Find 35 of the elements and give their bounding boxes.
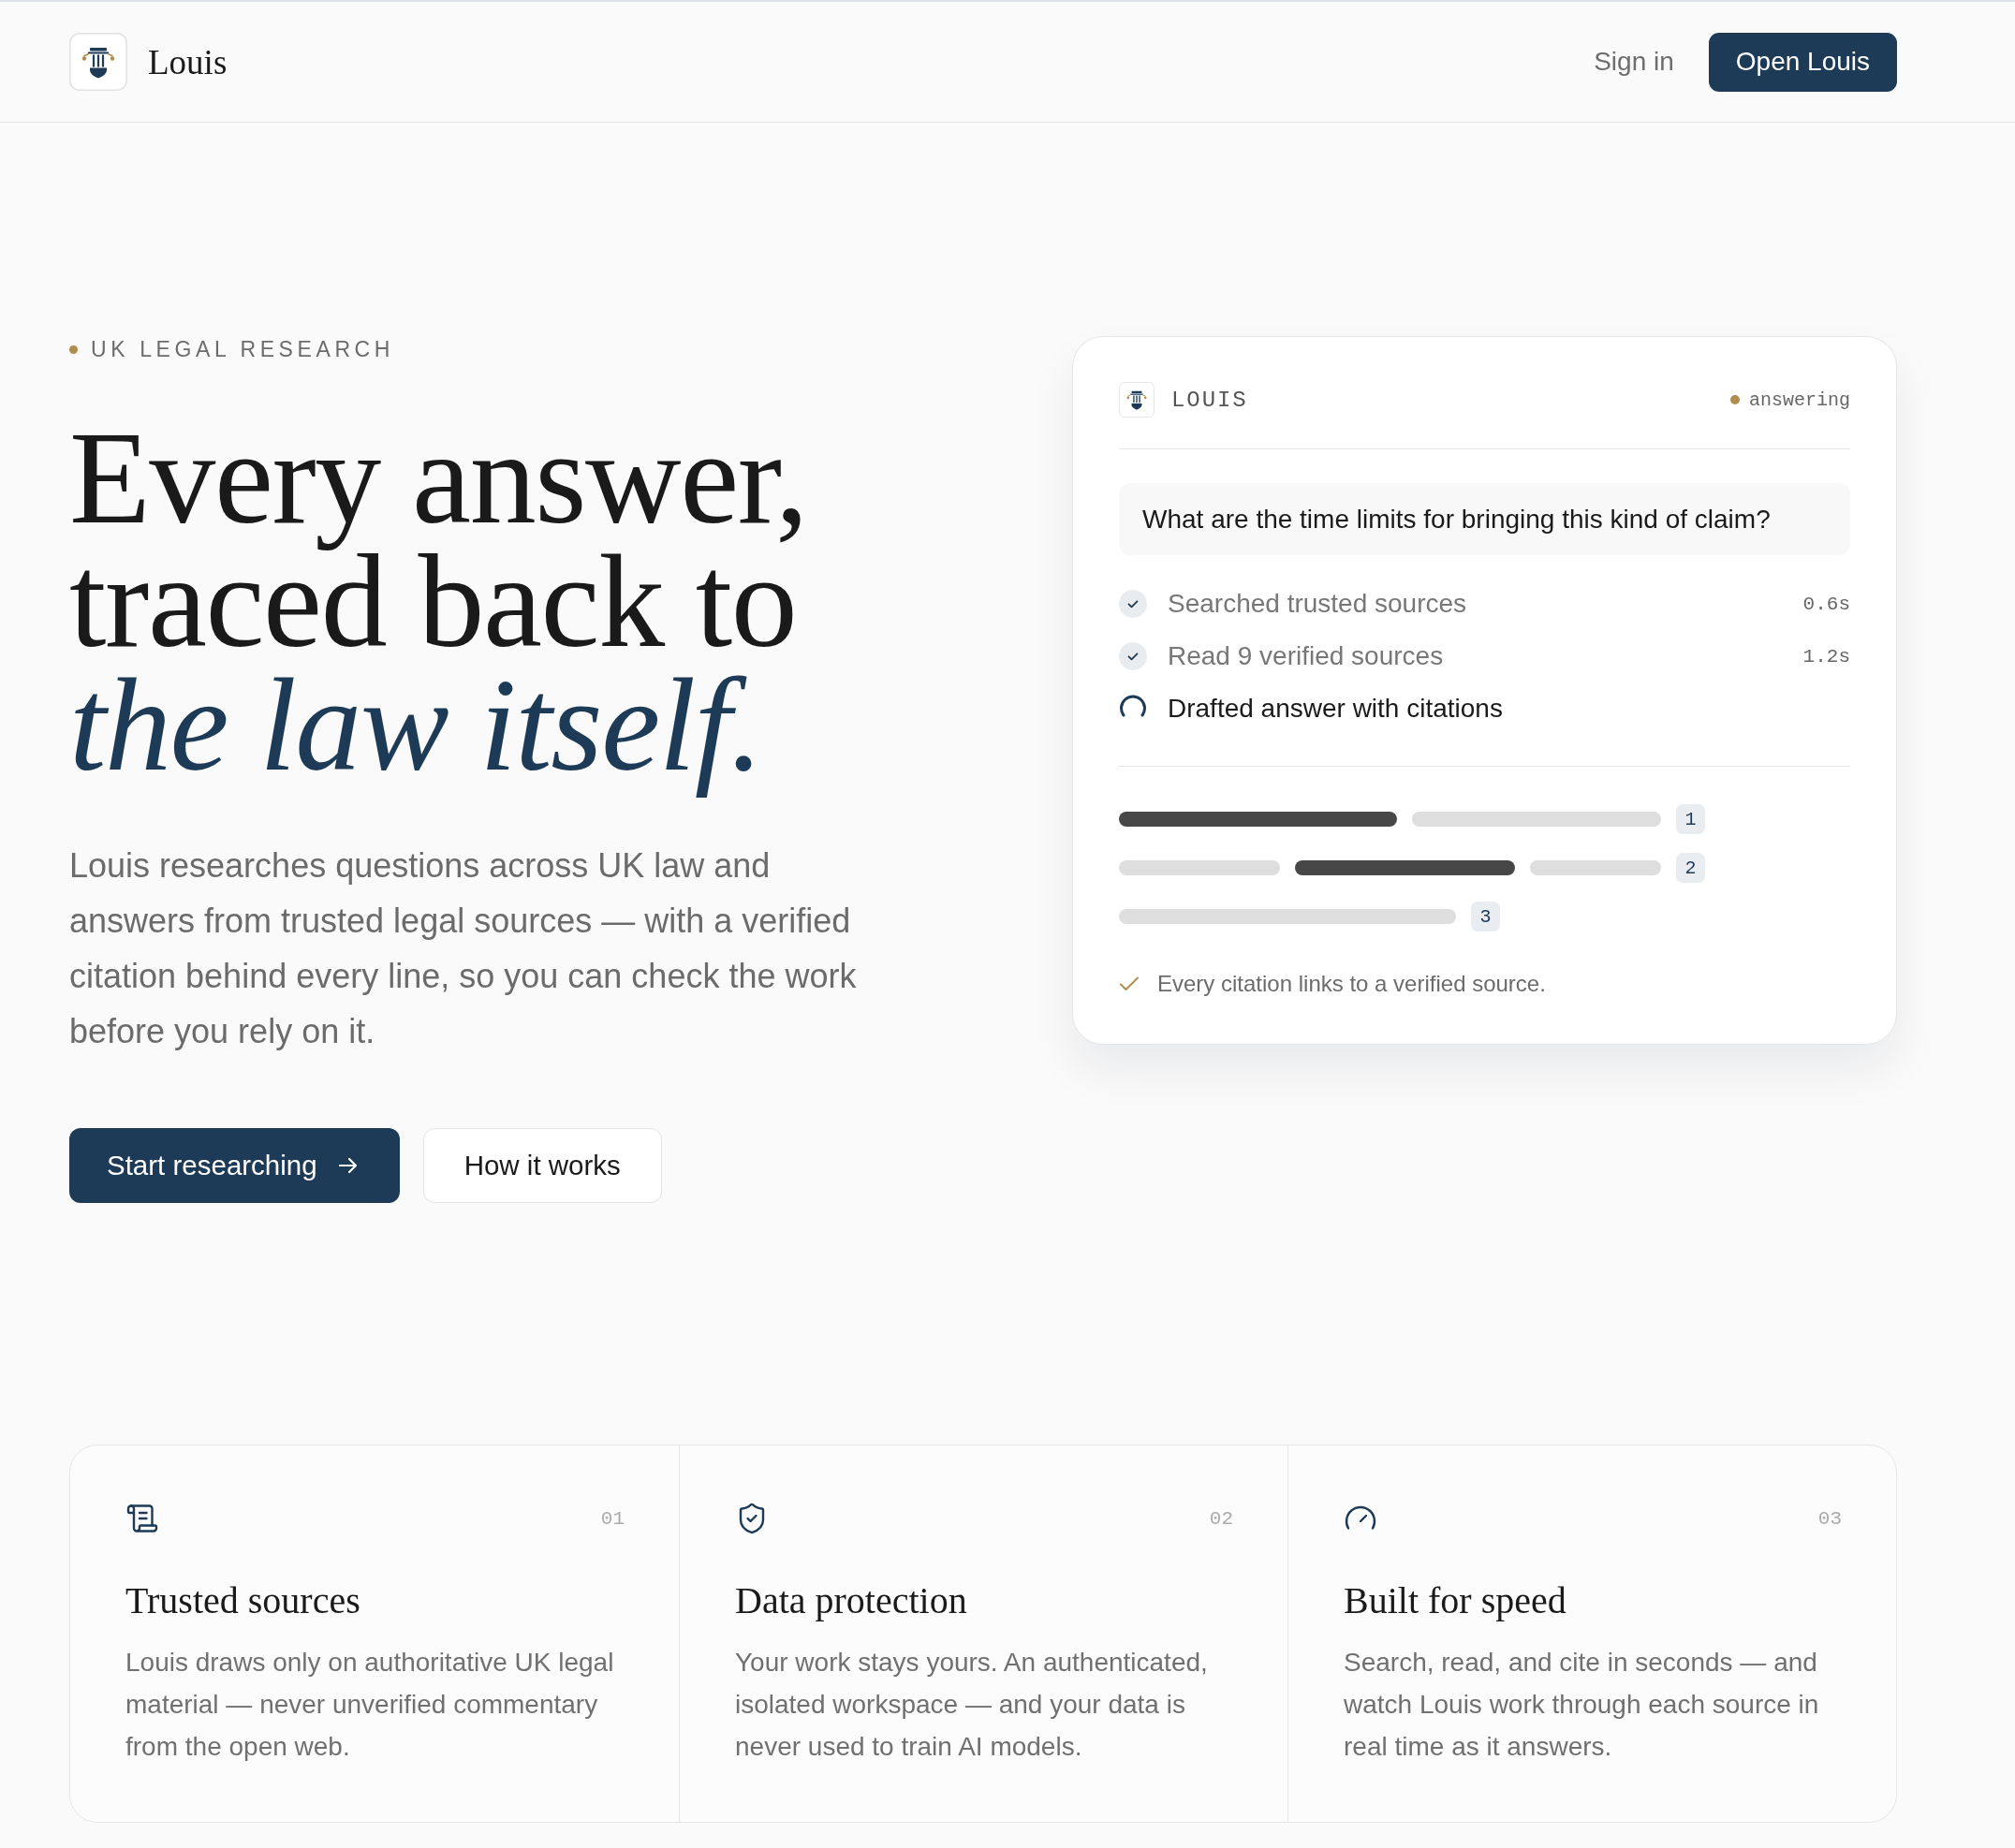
how-it-works-button[interactable]: How it works	[422, 1128, 662, 1203]
question-bubble: What are the time limits for bringing this kind of claim?	[1119, 483, 1850, 555]
feature-number: 03	[1817, 1507, 1842, 1530]
citation-badge: 3	[1471, 902, 1500, 931]
brand-name: Louis	[148, 41, 228, 82]
sign-in-link[interactable]: Sign in	[1594, 47, 1674, 77]
status-label: answering	[1748, 389, 1850, 411]
step-duration: 0.6s	[1802, 593, 1850, 615]
step-duration: 1.2s	[1802, 645, 1850, 667]
scroll-icon	[125, 1502, 159, 1535]
feature-description: Search, read, and cite in seconds — and watch Louis work through each source in real time as it answers.	[1344, 1647, 1820, 1763]
feature-title: Data protection	[735, 1578, 968, 1623]
arrow-right-icon	[337, 1155, 359, 1176]
feature-number: 02	[1209, 1507, 1233, 1530]
feature-title: Built for speed	[1344, 1578, 1567, 1623]
step-label: Read 9 verified sources	[1168, 641, 1445, 671]
citation-badge: 2	[1676, 853, 1705, 883]
eyebrow-label: UK LEGAL RESEARCH	[91, 336, 395, 362]
feature-title: Trusted sources	[125, 1578, 361, 1623]
hero-headline: Every answer, traced back to the law itself.	[69, 403, 809, 800]
feature-description: Your work stays yours. An authenticated, isolated workspace — and your data is never used to train AI models.	[735, 1647, 1209, 1763]
feature-number: 01	[600, 1507, 625, 1530]
citation-note: Every citation links to a verified source.	[1157, 971, 1546, 997]
column-logo-icon	[1119, 382, 1155, 418]
citation-badge: 1	[1676, 804, 1705, 834]
assistant-name: LOUIS	[1171, 387, 1248, 413]
hero-description: Louis researches questions across UK law and answers from trusted legal sources — with a verified citation behind every line, so you can check the work before you rely on it.	[69, 845, 858, 1052]
open-app-button[interactable]: Open Louis	[1708, 32, 1897, 92]
start-researching-button[interactable]: Start researching	[69, 1128, 400, 1203]
step-label: Searched trusted sources	[1168, 589, 1468, 619]
feature-description: Louis draws only on authoritative UK legal material — never unverified commentary from the open web.	[125, 1647, 615, 1763]
column-logo-icon	[69, 33, 127, 91]
status-dot-icon	[1729, 395, 1740, 404]
bullet-dot-icon	[69, 345, 78, 354]
step-label: Drafted answer with citations	[1168, 694, 1504, 724]
